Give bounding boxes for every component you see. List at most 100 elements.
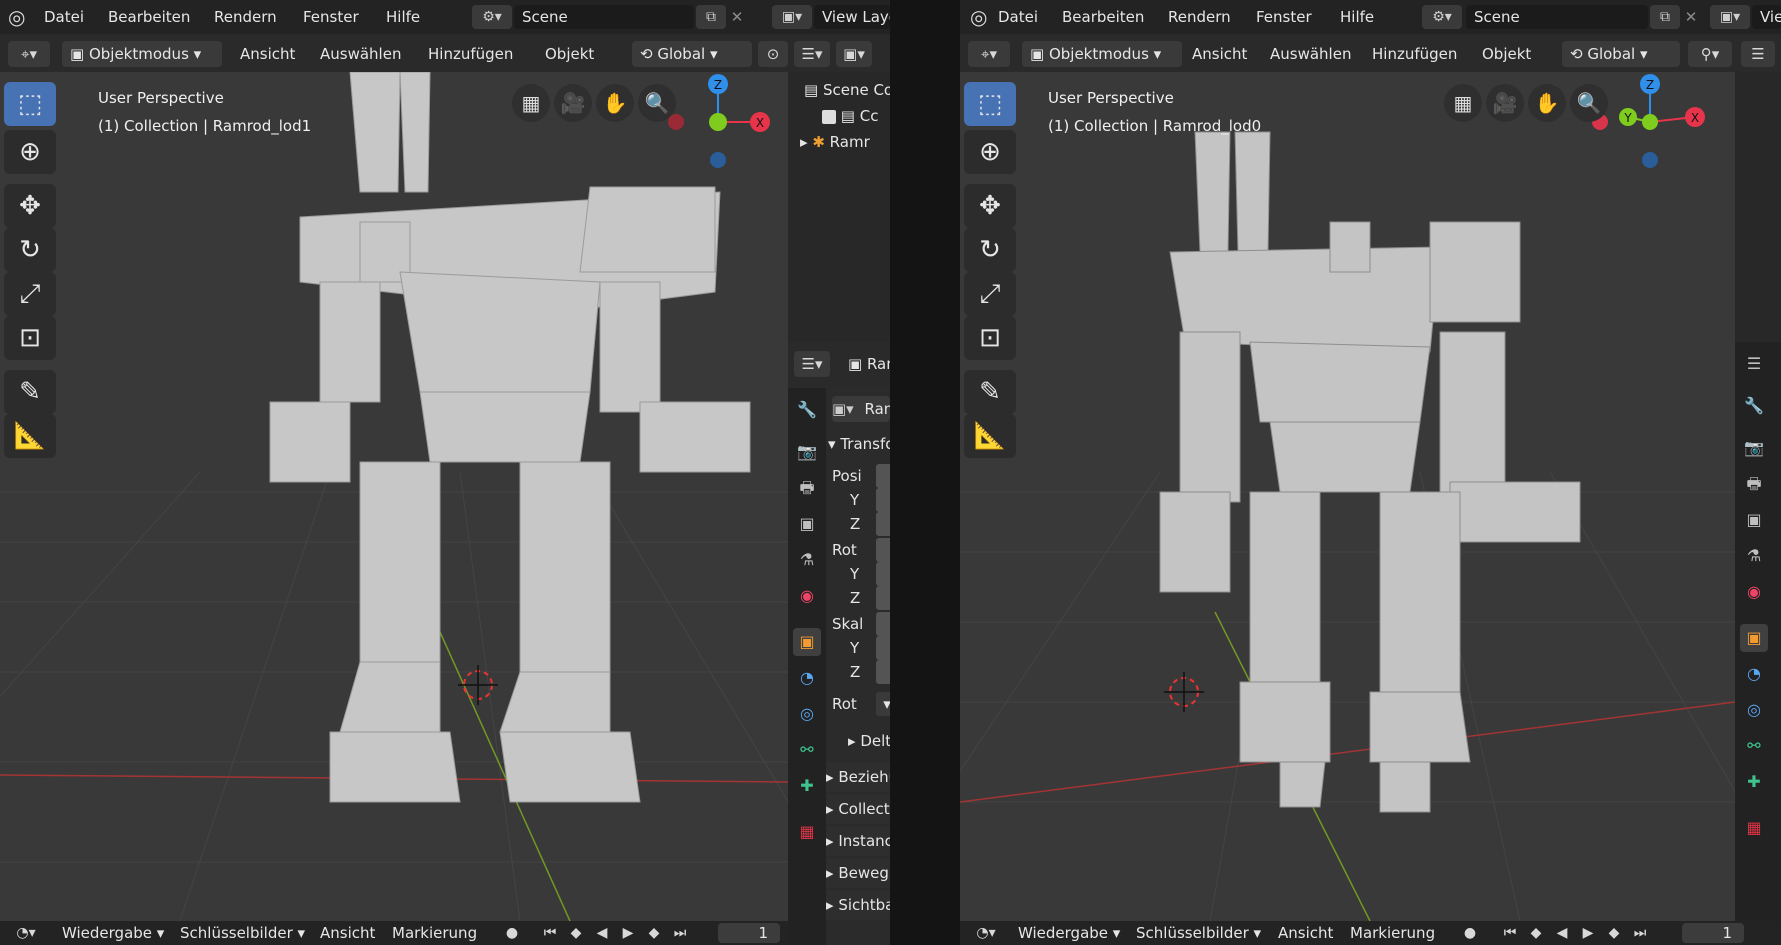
move-tool[interactable]: ✥ bbox=[964, 184, 1016, 228]
grid-view-icon[interactable]: ▦ bbox=[1444, 84, 1482, 122]
close-icon[interactable]: ✕ bbox=[726, 5, 748, 29]
physics-tab-icon[interactable]: ◎ bbox=[793, 700, 821, 728]
rotation-x-field[interactable] bbox=[876, 538, 890, 562]
next-keyframe-icon[interactable]: ◆ bbox=[1604, 923, 1624, 943]
copy-scene-icon[interactable]: ⧉ bbox=[696, 5, 726, 29]
blender-logo-icon[interactable]: ◎ bbox=[970, 0, 987, 34]
timeline-menu-keying[interactable]: Schlüsselbilder ▾ bbox=[1136, 921, 1261, 945]
header-menu-ansicht[interactable]: Ansicht bbox=[1192, 41, 1247, 67]
scene-icon[interactable]: ⚙▾ bbox=[472, 5, 512, 29]
current-frame-field[interactable]: 1 bbox=[1682, 923, 1744, 943]
play-icon[interactable]: ▶ bbox=[1578, 923, 1598, 943]
header-menu-hinzufuegen[interactable]: Hinzufügen bbox=[1372, 41, 1457, 67]
jump-start-icon[interactable]: ⏮ bbox=[540, 923, 560, 943]
render-tab-icon[interactable]: 📷 bbox=[793, 438, 821, 466]
measure-tool[interactable]: 📐 bbox=[4, 414, 56, 458]
timeline-menu-marker[interactable]: Markierung bbox=[1350, 921, 1435, 945]
timeline-menu-playback[interactable]: Wiedergabe ▾ bbox=[1018, 921, 1120, 945]
orientation-dropdown[interactable]: ⟲ Global ▾ bbox=[632, 41, 752, 67]
properties-type-icon[interactable]: ☰▾ bbox=[794, 351, 830, 377]
annotate-tool[interactable]: ✎ bbox=[4, 370, 56, 414]
constraint-tab-icon[interactable]: ⚯ bbox=[793, 736, 821, 764]
timeline-menu-marker[interactable]: Markierung bbox=[392, 921, 477, 945]
timeline-menu-view[interactable]: Ansicht bbox=[320, 921, 375, 945]
select-box-tool[interactable]: ⬚ bbox=[4, 82, 56, 126]
outliner-collection-row[interactable]: ▤ Cc bbox=[822, 104, 878, 128]
view-layer-field[interactable]: View Layer bbox=[814, 5, 890, 29]
jump-end-icon[interactable]: ⏭ bbox=[1630, 923, 1650, 943]
object-tab-icon[interactable]: ▣ bbox=[793, 628, 821, 656]
timeline-type-icon[interactable]: ◔▾ bbox=[8, 923, 44, 943]
next-keyframe-icon[interactable]: ◆ bbox=[644, 923, 664, 943]
scene-name-field[interactable]: Scene bbox=[1466, 5, 1648, 29]
select-box-tool[interactable]: ⬚ bbox=[964, 82, 1016, 126]
jump-end-icon[interactable]: ⏭ bbox=[670, 923, 690, 943]
render-tab-icon[interactable]: 📷 bbox=[1740, 434, 1768, 462]
outliner-object-row[interactable]: ▸ ✱ Ramr bbox=[800, 130, 870, 154]
menu-fenster[interactable]: Fenster bbox=[1256, 0, 1312, 34]
timeline-menu-view[interactable]: Ansicht bbox=[1278, 921, 1333, 945]
timeline-menu-keying[interactable]: Schlüsselbilder ▾ bbox=[180, 921, 305, 945]
data-tab-icon[interactable]: ✚ bbox=[1740, 768, 1768, 796]
menu-datei[interactable]: Datei bbox=[44, 0, 84, 34]
view-layer-field[interactable]: View Layer bbox=[1752, 5, 1781, 29]
scene-tab-icon[interactable]: ⚗ bbox=[793, 546, 821, 574]
close-icon[interactable]: ✕ bbox=[1680, 5, 1702, 29]
section-motion-paths[interactable]: ▸ Bewegungs bbox=[826, 858, 890, 888]
scale-x-field[interactable] bbox=[876, 612, 890, 636]
move-tool[interactable]: ✥ bbox=[4, 184, 56, 228]
texture-tab-icon[interactable]: ▦ bbox=[793, 818, 821, 846]
tool-tab-icon[interactable]: 🔧 bbox=[1740, 392, 1768, 420]
rotate-tool[interactable]: ↻ bbox=[964, 228, 1016, 272]
zoom-icon[interactable]: 🔍 bbox=[638, 84, 676, 122]
rotation-mode-dropdown[interactable]: ▾ bbox=[876, 692, 890, 716]
outliner-type-icon[interactable]: ☰ bbox=[1741, 41, 1775, 67]
constraint-tab-icon[interactable]: ⚯ bbox=[1740, 732, 1768, 760]
header-menu-ansicht[interactable]: Ansicht bbox=[240, 41, 295, 67]
data-tab-icon[interactable]: ✚ bbox=[793, 772, 821, 800]
current-frame-field[interactable]: 1 bbox=[718, 923, 780, 943]
snapping-icon[interactable]: ⚲▾ bbox=[1688, 41, 1732, 67]
tool-tab-icon[interactable]: 🔧 bbox=[793, 396, 821, 424]
editor-type-icon[interactable]: ⌖▾ bbox=[8, 41, 50, 67]
cursor-tool[interactable]: ⊕ bbox=[964, 130, 1016, 174]
rotation-y-field[interactable] bbox=[876, 562, 890, 586]
world-tab-icon[interactable]: ◉ bbox=[793, 582, 821, 610]
output-tab-icon[interactable]: 🖶 bbox=[1740, 470, 1768, 498]
grid-view-icon[interactable]: ▦ bbox=[512, 84, 550, 122]
play-reverse-icon[interactable]: ◀ bbox=[592, 923, 612, 943]
pivot-icon[interactable]: ⊙ bbox=[758, 41, 788, 67]
header-menu-hinzufuegen[interactable]: Hinzufügen bbox=[428, 41, 513, 67]
transform-tool[interactable]: ⊡ bbox=[964, 316, 1016, 360]
scale-tool[interactable]: ⤢ bbox=[964, 272, 1016, 316]
orientation-dropdown[interactable]: ⟲ Global ▾ bbox=[1562, 41, 1680, 67]
mode-dropdown[interactable]: ▣ Objektmodus ▾ bbox=[1022, 41, 1182, 67]
editor-type-icon[interactable]: ⌖▾ bbox=[968, 41, 1010, 67]
pan-hand-icon[interactable]: ✋ bbox=[596, 84, 634, 122]
search-icon[interactable]: ⌕ bbox=[880, 41, 890, 67]
modifier-tab-icon[interactable]: ◔ bbox=[1740, 660, 1768, 688]
modifier-tab-icon[interactable]: ◔ bbox=[793, 664, 821, 692]
view-layer-icon[interactable]: ▣▾ bbox=[772, 5, 812, 29]
object-tab-icon[interactable]: ▣ bbox=[1740, 624, 1768, 652]
measure-tool[interactable]: 📐 bbox=[964, 414, 1016, 458]
menu-rendern[interactable]: Rendern bbox=[214, 0, 277, 34]
menu-hilfe[interactable]: Hilfe bbox=[386, 0, 420, 34]
play-icon[interactable]: ▶ bbox=[618, 923, 638, 943]
view-layer-icon[interactable]: ▣▾ bbox=[1710, 5, 1750, 29]
header-menu-auswaehlen[interactable]: Auswählen bbox=[320, 41, 401, 67]
world-tab-icon[interactable]: ◉ bbox=[1740, 578, 1768, 606]
section-instancing[interactable]: ▸ Instancing bbox=[826, 826, 890, 856]
viewport-right[interactable]: Z X Y User Perspective (1) Collection | … bbox=[960, 72, 1735, 921]
timeline-type-icon[interactable]: ◔▾ bbox=[968, 923, 1004, 943]
prev-keyframe-icon[interactable]: ◆ bbox=[1526, 923, 1546, 943]
jump-start-icon[interactable]: ⏮ bbox=[1500, 923, 1520, 943]
pan-hand-icon[interactable]: ✋ bbox=[1528, 84, 1566, 122]
menu-bearbeiten[interactable]: Bearbeiten bbox=[108, 0, 190, 34]
scene-tab-icon[interactable]: ⚗ bbox=[1740, 542, 1768, 570]
outliner-type-icon[interactable]: ☰▾ bbox=[794, 41, 830, 67]
view-layer-tab-icon[interactable]: ▣ bbox=[793, 510, 821, 538]
transform-tool[interactable]: ⊡ bbox=[4, 316, 56, 360]
outliner-scene-collection[interactable]: ▤ Scene Co bbox=[804, 78, 890, 102]
section-visibility[interactable]: ▸ Sichtbarkeit bbox=[826, 890, 890, 920]
